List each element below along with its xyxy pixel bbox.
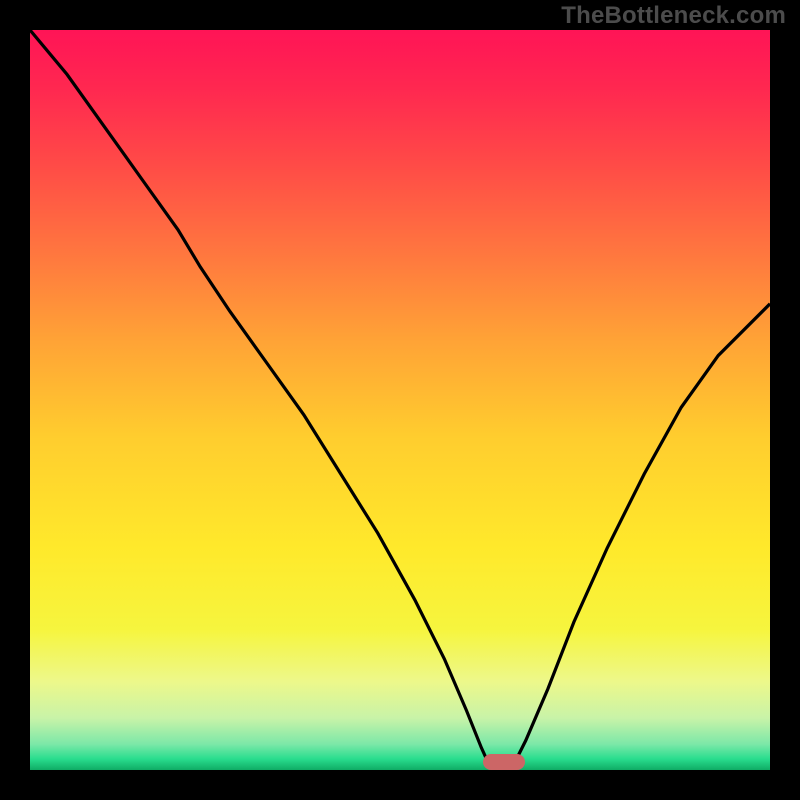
chart-frame: TheBottleneck.com (0, 0, 800, 800)
watermark-text: TheBottleneck.com (561, 2, 786, 30)
heat-gradient (30, 30, 770, 770)
plot-area (30, 30, 770, 770)
optimal-marker (483, 754, 525, 770)
